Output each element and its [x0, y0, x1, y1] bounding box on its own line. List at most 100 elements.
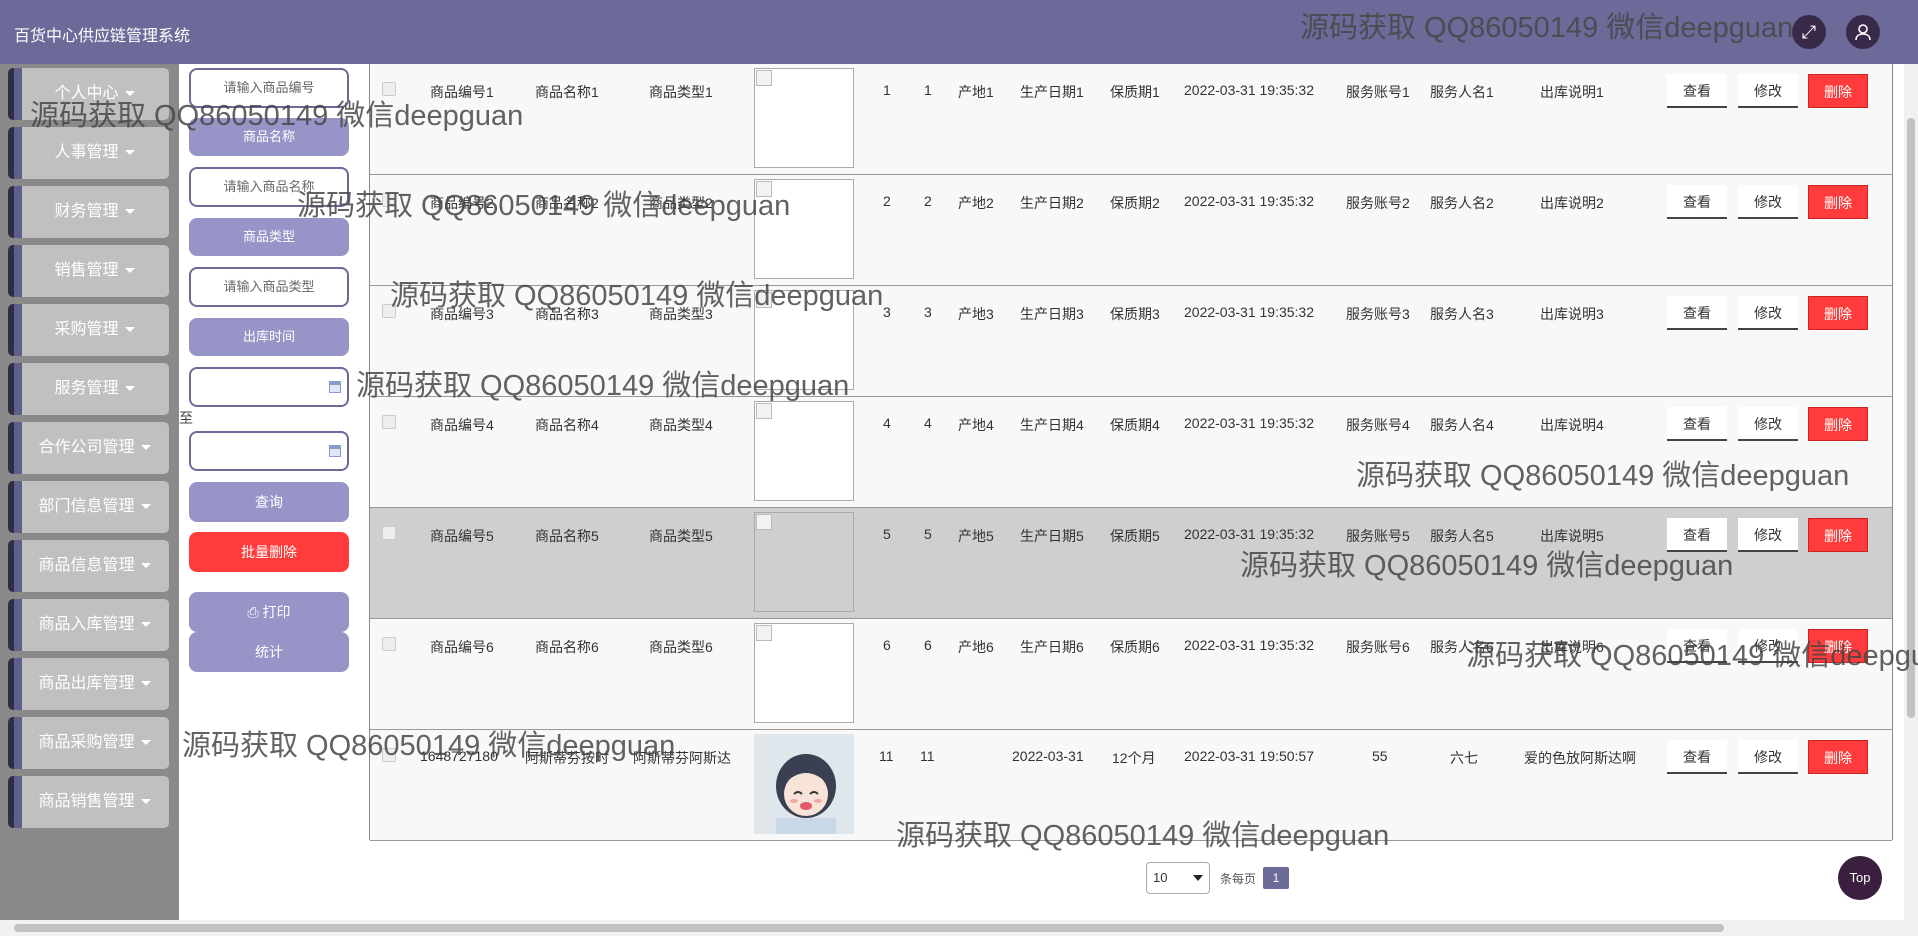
edit-button[interactable]: 修改: [1738, 629, 1798, 663]
end-date-input[interactable]: [189, 431, 349, 471]
delete-button[interactable]: 删除: [1808, 185, 1868, 219]
product-code: 商品编号2: [430, 195, 494, 211]
sidebar-item-purchase[interactable]: 采购管理: [8, 304, 169, 356]
sidebar-item-product-purchase[interactable]: 商品采购管理: [8, 717, 169, 769]
origin: 产地4: [958, 417, 994, 433]
shelf-life: 保质期5: [1110, 528, 1160, 544]
row-checkbox[interactable]: [382, 193, 396, 207]
sidebar-item-service[interactable]: 服务管理: [8, 363, 169, 415]
service-account: 服务账号5: [1346, 528, 1410, 544]
back-to-top-button[interactable]: Top: [1838, 856, 1882, 900]
view-button[interactable]: 查看: [1667, 185, 1727, 219]
view-button[interactable]: 查看: [1667, 74, 1727, 108]
production-date: 生产日期3: [1020, 306, 1084, 322]
sidebar-item-finance[interactable]: 财务管理: [8, 186, 169, 238]
table-row: 商品编号1 商品名称1 商品类型1 1 1 产地1 生产日期1 保质期1 202…: [370, 64, 1892, 175]
horizontal-scrollbar[interactable]: [0, 920, 1918, 936]
table-row: 1648727180 阿斯蒂芬按时 阿斯蒂芬阿斯达 11 11 2022-03-…: [370, 730, 1892, 841]
sidebar-item-department[interactable]: 部门信息管理: [8, 481, 169, 533]
statistics-button[interactable]: 统计: [189, 632, 349, 672]
production-date: 生产日期4: [1020, 417, 1084, 433]
delete-button[interactable]: 删除: [1808, 629, 1868, 663]
scrollbar-thumb[interactable]: [14, 924, 1724, 932]
product-name: 商品名称1: [535, 84, 599, 100]
broken-image-icon: [756, 292, 772, 308]
print-button[interactable]: ⎙ 打印: [189, 592, 349, 632]
row-checkbox[interactable]: [382, 304, 396, 318]
row-checkbox[interactable]: [382, 415, 396, 429]
outbound-time: 2022-03-31 19:35:32: [1184, 526, 1314, 542]
delete-button[interactable]: 删除: [1808, 74, 1868, 108]
product-name: 商品名称4: [535, 417, 599, 433]
start-date-input[interactable]: [189, 367, 349, 407]
product-code-input[interactable]: 请输入商品编号: [189, 68, 349, 108]
sidebar-item-product-inbound[interactable]: 商品入库管理: [8, 599, 169, 651]
outbound-note: 出库说明2: [1540, 195, 1604, 211]
edit-button[interactable]: 修改: [1738, 185, 1798, 219]
page-number-button[interactable]: 1: [1263, 867, 1289, 889]
quantity: 2: [883, 193, 891, 209]
view-button[interactable]: 查看: [1667, 629, 1727, 663]
scrollbar-thumb[interactable]: [1907, 118, 1915, 718]
view-button[interactable]: 查看: [1667, 740, 1727, 774]
edit-button[interactable]: 修改: [1738, 740, 1798, 774]
query-button[interactable]: 查询: [189, 482, 349, 522]
sidebar-item-sales[interactable]: 销售管理: [8, 245, 169, 297]
batch-delete-button[interactable]: 批量删除: [189, 532, 349, 572]
edit-button[interactable]: 修改: [1738, 407, 1798, 441]
expand-icon[interactable]: ⤢: [1792, 15, 1826, 49]
service-account: 服务账号4: [1346, 417, 1410, 433]
broken-image-icon: [756, 403, 772, 419]
edit-button[interactable]: 修改: [1738, 296, 1798, 330]
edit-button[interactable]: 修改: [1738, 74, 1798, 108]
product-type: 商品类型4: [649, 417, 713, 433]
row-checkbox[interactable]: [382, 637, 396, 651]
calendar-icon[interactable]: [329, 381, 341, 393]
view-button[interactable]: 查看: [1667, 407, 1727, 441]
outbound-time: 2022-03-31 19:35:32: [1184, 82, 1314, 98]
sidebar-item-product-outbound[interactable]: 商品出库管理: [8, 658, 169, 710]
delete-button[interactable]: 删除: [1808, 740, 1868, 774]
delete-button[interactable]: 删除: [1808, 518, 1868, 552]
view-button[interactable]: 查看: [1667, 296, 1727, 330]
sidebar-item-personal-center[interactable]: 个人中心: [8, 68, 169, 120]
sidebar-item-partner[interactable]: 合作公司管理: [8, 422, 169, 474]
row-checkbox[interactable]: [382, 526, 396, 540]
product-type: 商品类型3: [649, 306, 713, 322]
chevron-down-icon: [140, 622, 151, 628]
sidebar-item-label: 财务管理: [54, 203, 119, 220]
top-bar: 百货中心供应链管理系统 ⤢: [0, 0, 1918, 64]
product-image: [754, 512, 854, 612]
row-checkbox[interactable]: [382, 748, 396, 762]
product-type-input[interactable]: 请输入商品类型: [189, 267, 349, 307]
sidebar-item-label: 合作公司管理: [38, 439, 135, 456]
quantity: 11: [879, 748, 894, 764]
broken-image-icon: [756, 625, 772, 641]
product-image: [754, 179, 854, 279]
product-name-input[interactable]: 请输入商品名称: [189, 167, 349, 207]
sidebar-item-hr[interactable]: 人事管理: [8, 127, 169, 179]
sidebar-item-product-sales[interactable]: 商品销售管理: [8, 776, 169, 828]
chevron-down-icon: [140, 681, 151, 687]
outbound-time: 2022-03-31 19:35:32: [1184, 637, 1314, 653]
product-type: 阿斯蒂芬阿斯达: [633, 750, 731, 766]
edit-button[interactable]: 修改: [1738, 518, 1798, 552]
delete-button[interactable]: 删除: [1808, 296, 1868, 330]
quantity-2: 11: [920, 748, 935, 764]
sidebar: 个人中心 人事管理 财务管理 销售管理 采购管理 服务管理 合作公司管理 部门信…: [0, 64, 179, 920]
product-image: [754, 623, 854, 723]
row-checkbox[interactable]: [382, 82, 396, 96]
service-person: 六七: [1450, 750, 1478, 766]
page-size-select[interactable]: 10: [1146, 862, 1210, 894]
delete-button[interactable]: 删除: [1808, 407, 1868, 441]
service-person: 服务人名5: [1430, 528, 1494, 544]
view-button[interactable]: 查看: [1667, 518, 1727, 552]
sidebar-item-product-info[interactable]: 商品信息管理: [8, 540, 169, 592]
product-name-label: 商品名称: [189, 118, 349, 156]
vertical-scrollbar[interactable]: [1904, 64, 1918, 920]
user-icon[interactable]: [1846, 15, 1880, 49]
sidebar-item-label: 销售管理: [54, 262, 119, 279]
quantity: 6: [883, 637, 891, 653]
origin: 产地1: [958, 84, 994, 100]
calendar-icon[interactable]: [329, 445, 341, 457]
